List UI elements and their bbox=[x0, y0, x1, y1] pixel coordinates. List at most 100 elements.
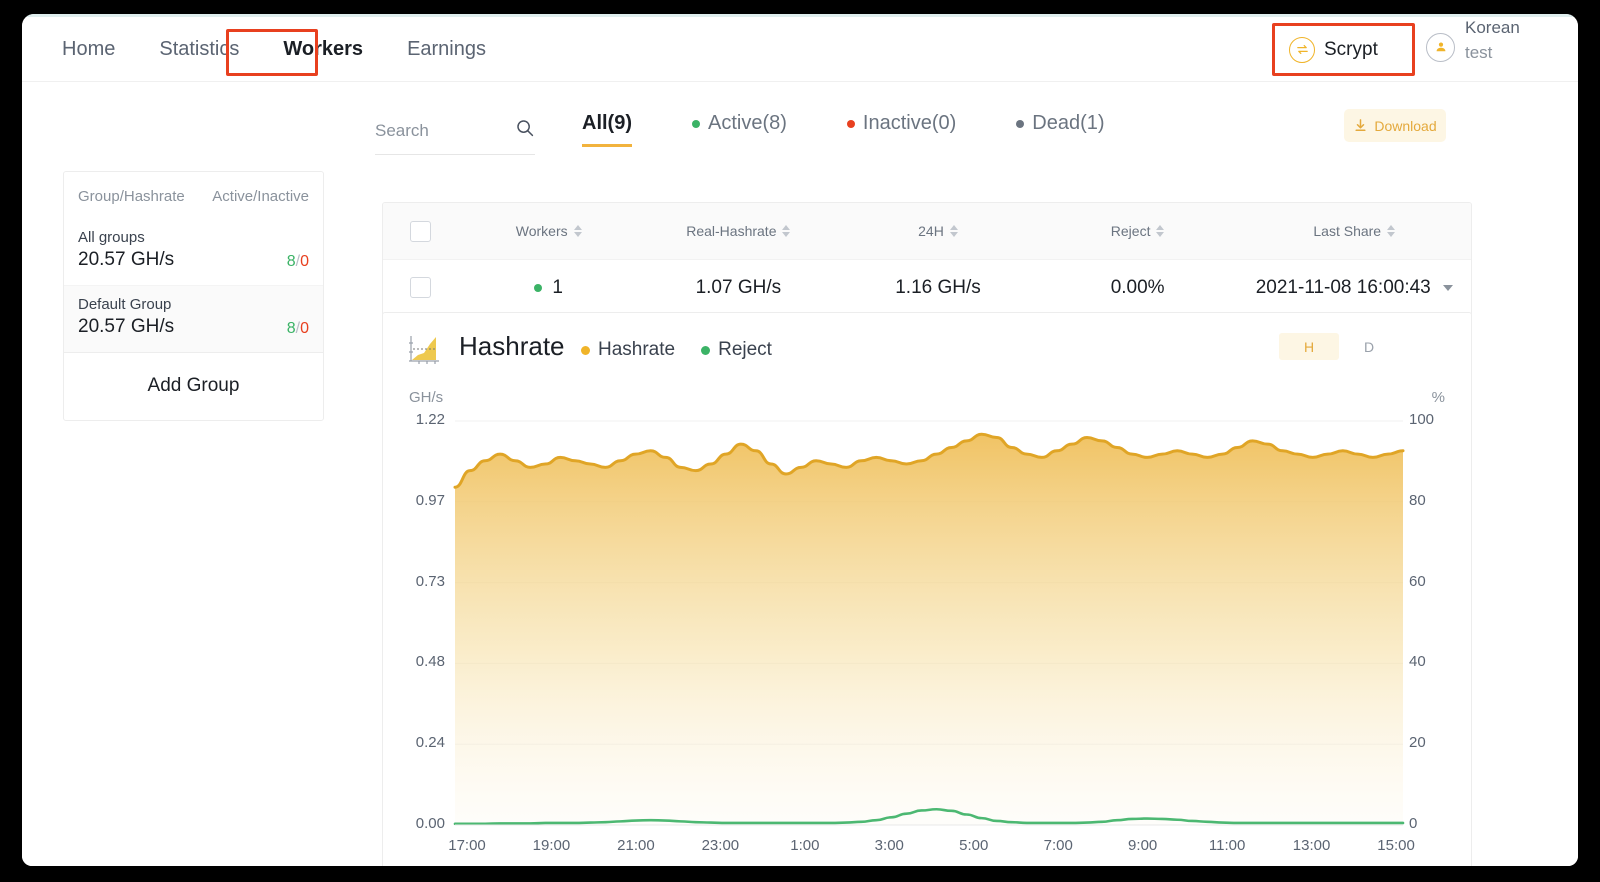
filter-label-active: Active(8) bbox=[708, 112, 787, 134]
table-row[interactable]: 1 1.07 GH/s 1.16 GH/s 0.00% 2021-11-08 1… bbox=[383, 259, 1471, 315]
group-inactive-count: 0 bbox=[300, 320, 309, 337]
legend-label-hashrate: Hashrate bbox=[598, 339, 676, 360]
y-tick-left: 0.73 bbox=[415, 572, 445, 590]
legend-dot-reject bbox=[701, 345, 711, 355]
group-active-count: 8 bbox=[286, 253, 296, 270]
column-label-reject: Reject bbox=[1110, 223, 1151, 239]
nav-link-home[interactable]: Home bbox=[40, 17, 137, 82]
group-panel: Group/Hashrate Active/Inactive All group… bbox=[63, 171, 324, 421]
x-tick: 15:00 bbox=[1377, 837, 1415, 854]
x-tick: 9:00 bbox=[1128, 837, 1158, 854]
y-tick-right: 80 bbox=[1409, 491, 1426, 509]
chart-title: Hashrate bbox=[459, 331, 565, 361]
header-last-share[interactable]: Last Share bbox=[1237, 223, 1471, 239]
column-label-real-hashrate: Real-Hashrate bbox=[686, 223, 777, 239]
cell-real-hashrate: 1.07 GH/s bbox=[639, 277, 839, 299]
real-hashrate-value: 1.07 GH/s bbox=[695, 276, 782, 298]
cell-worker: 1 bbox=[459, 277, 639, 299]
range-toggle-hour[interactable]: H bbox=[1279, 333, 1339, 360]
add-group-button[interactable]: Add Group bbox=[64, 352, 323, 420]
coin-algorithm-switcher[interactable]: Scrypt bbox=[1275, 26, 1412, 73]
x-tick: 17:00 bbox=[448, 837, 486, 854]
filter-label-inactive: Inactive(0) bbox=[862, 112, 957, 134]
table-header-row: Workers Real-Hashrate 24H Reject Last Sh… bbox=[383, 203, 1471, 259]
range-toggle-day[interactable]: D bbox=[1339, 333, 1399, 360]
x-tick: 5:00 bbox=[959, 837, 989, 854]
download-button[interactable]: Download bbox=[1344, 109, 1446, 142]
header-reject[interactable]: Reject bbox=[1038, 223, 1238, 239]
search-box[interactable] bbox=[375, 118, 535, 155]
browser-window: Home Statistics Workers Earnings Scrypt bbox=[22, 14, 1578, 866]
chevron-down-icon[interactable] bbox=[1442, 284, 1453, 291]
group-header-left: Group/Hashrate bbox=[78, 188, 185, 205]
y-tick-right: 100 bbox=[1409, 411, 1435, 428]
filter-tab-dead[interactable]: Dead(1) bbox=[1016, 112, 1105, 147]
group-active-count: 8 bbox=[286, 320, 296, 337]
nav-link-earnings[interactable]: Earnings bbox=[385, 17, 508, 82]
legend-item-hashrate[interactable]: Hashrate bbox=[581, 339, 675, 361]
x-tick: 11:00 bbox=[1208, 837, 1246, 854]
sort-icon-real-hashrate[interactable] bbox=[782, 225, 791, 237]
chart-plot-area: GH/s % 0.00 0.24 0.48 0.73 0.97 1.22 0 20 40 60 8… bbox=[383, 385, 1471, 866]
column-label-workers: Workers bbox=[515, 223, 568, 239]
worker-name: 1 bbox=[552, 276, 563, 298]
filter-tab-inactive[interactable]: Inactive(0) bbox=[846, 112, 957, 147]
group-counts: 8/0 bbox=[286, 253, 309, 270]
group-counts: 8/0 bbox=[286, 320, 309, 337]
y-tick-left: 0.97 bbox=[415, 491, 445, 509]
user-menu[interactable]: Korean test bbox=[1426, 18, 1520, 64]
group-inactive-count: 0 bbox=[300, 253, 309, 270]
sort-icon-last-share[interactable] bbox=[1387, 225, 1396, 237]
y-tick-left: 0.24 bbox=[415, 734, 445, 752]
sort-icon-24h[interactable] bbox=[949, 225, 958, 237]
screenshot-root: Home Statistics Workers Earnings Scrypt bbox=[0, 0, 1600, 882]
area-chart-icon bbox=[405, 333, 443, 372]
user-name: test bbox=[1465, 43, 1493, 63]
sort-icon-reject[interactable] bbox=[1156, 225, 1165, 237]
status-filter-tabs: All(9) Active(8) Inactive(0) Dead(1) bbox=[582, 112, 1105, 147]
nav-link-workers[interactable]: Workers bbox=[261, 17, 385, 82]
x-tick: 3:00 bbox=[874, 837, 904, 854]
user-avatar-icon bbox=[1426, 32, 1455, 62]
header-real-hashrate[interactable]: Real-Hashrate bbox=[639, 223, 839, 239]
top-navigation-bar: Home Statistics Workers Earnings Scrypt bbox=[22, 17, 1578, 82]
column-label-24h: 24H bbox=[918, 223, 944, 239]
group-hashrate: 20.57 GH/s bbox=[78, 249, 175, 270]
x-tick: 19:00 bbox=[532, 837, 571, 854]
header-24h[interactable]: 24H bbox=[838, 223, 1038, 239]
chart-header: Hashrate Hashrate Reject H D bbox=[383, 313, 1471, 385]
header-workers[interactable]: Workers bbox=[459, 223, 639, 239]
x-tick: 23:00 bbox=[701, 837, 740, 854]
cell-reject: 0.00% bbox=[1038, 277, 1238, 299]
column-label-last-share: Last Share bbox=[1313, 223, 1382, 239]
download-label: Download bbox=[1374, 117, 1437, 134]
group-panel-header: Group/Hashrate Active/Inactive bbox=[64, 172, 323, 219]
x-tick: 13:00 bbox=[1292, 837, 1331, 854]
search-input[interactable] bbox=[375, 120, 495, 141]
h24-value: 1.16 GH/s bbox=[895, 276, 981, 298]
group-row-default-group[interactable]: Default Group 20.57 GH/s 8/0 bbox=[64, 285, 323, 352]
y-tick-left: 0.00 bbox=[415, 815, 445, 832]
cell-24h: 1.16 GH/s bbox=[838, 277, 1038, 299]
chart-svg bbox=[453, 420, 1405, 826]
search-icon[interactable] bbox=[515, 118, 535, 143]
nav-links: Home Statistics Workers Earnings bbox=[40, 17, 508, 82]
group-header-right: Active/Inactive bbox=[212, 188, 309, 205]
filter-tab-active[interactable]: Active(8) bbox=[692, 112, 787, 147]
group-row-all-groups[interactable]: All groups 20.57 GH/s 8/0 bbox=[64, 219, 323, 285]
coin-algorithm-label: Scrypt bbox=[1324, 38, 1378, 60]
range-toggle: H D bbox=[1279, 333, 1399, 360]
sort-icon-workers[interactable] bbox=[573, 225, 582, 237]
select-all-checkbox[interactable] bbox=[410, 220, 432, 242]
page-content: All(9) Active(8) Inactive(0) Dead(1) bbox=[22, 82, 1578, 866]
x-tick: 21:00 bbox=[617, 837, 655, 854]
legend-label-reject: Reject bbox=[718, 339, 772, 360]
worker-status-dot bbox=[534, 283, 543, 292]
legend-item-reject[interactable]: Reject bbox=[701, 339, 772, 361]
status-dot-dead bbox=[1016, 119, 1025, 128]
status-dot-inactive bbox=[846, 119, 855, 128]
row-checkbox[interactable] bbox=[410, 277, 432, 298]
nav-link-statistics[interactable]: Statistics bbox=[137, 17, 261, 82]
cell-last-share: 2021-11-08 16:00:43 bbox=[1237, 277, 1471, 299]
filter-tab-all[interactable]: All(9) bbox=[582, 112, 632, 147]
